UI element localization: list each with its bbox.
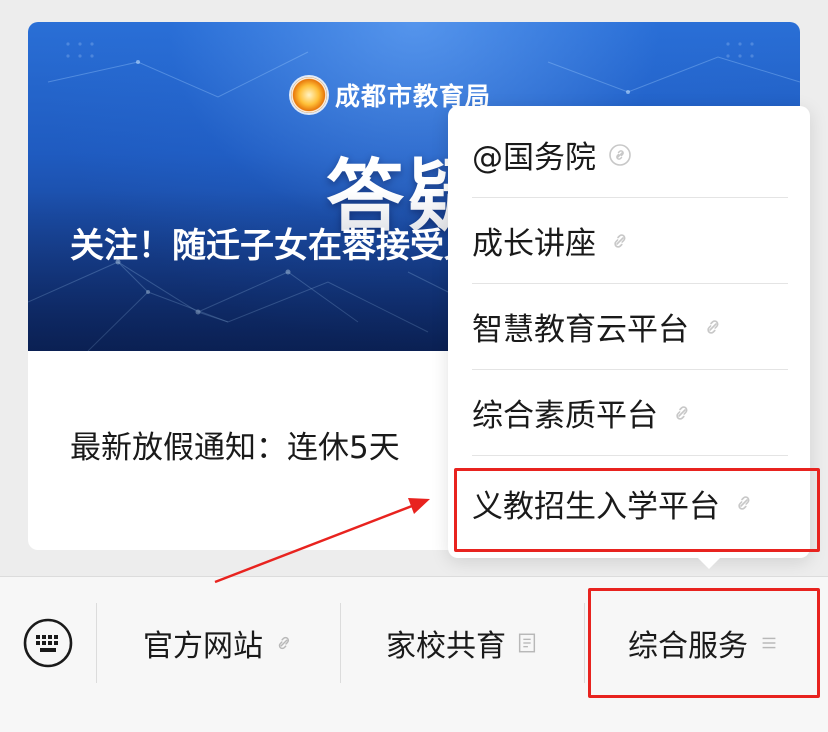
annotation-arrow: [214, 498, 430, 584]
